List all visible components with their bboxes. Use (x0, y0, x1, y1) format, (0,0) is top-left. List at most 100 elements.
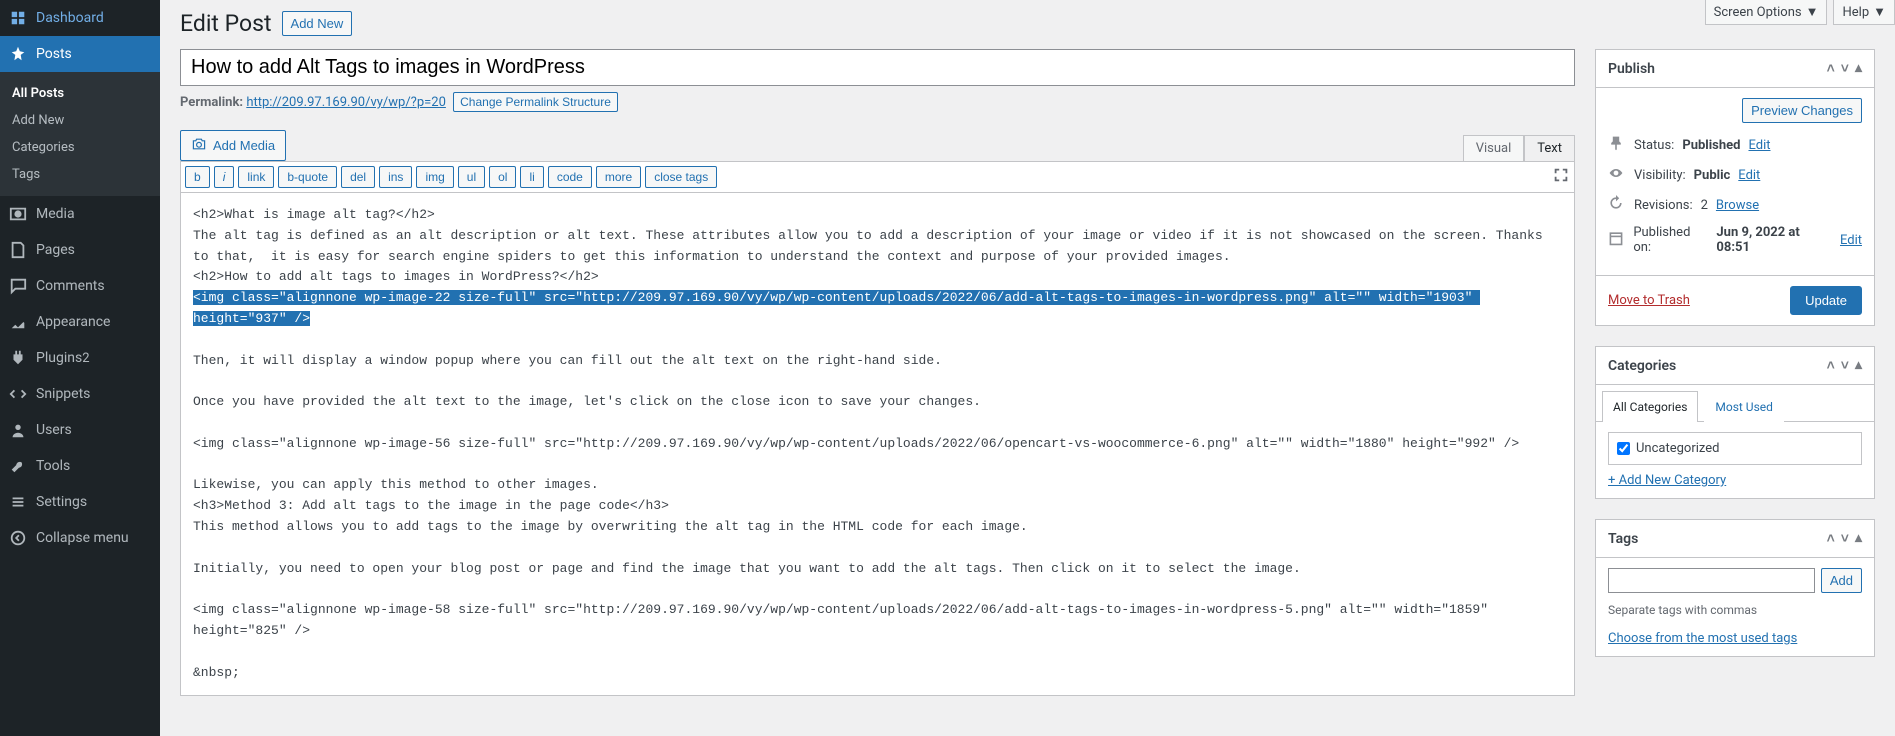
edit-date-link[interactable]: Edit (1840, 233, 1862, 248)
edit-status-link[interactable]: Edit (1748, 138, 1770, 153)
qt-more[interactable]: more (596, 166, 641, 188)
tab-text[interactable]: Text (1524, 135, 1575, 161)
sidebar-item-appearance[interactable]: Appearance (0, 304, 160, 340)
qt-ins[interactable]: ins (379, 166, 412, 188)
tags-metabox: Tags ˄ ˅ ▴ Add Separate tags with commas… (1595, 519, 1875, 657)
top-right-controls: Screen Options ▼ Help ▼ (1705, 0, 1895, 25)
tags-input[interactable] (1608, 568, 1815, 593)
status-label: Status: (1634, 138, 1674, 153)
qt-ul[interactable]: ul (458, 166, 485, 188)
sidebar-label: Media (36, 206, 75, 222)
change-permalink-button[interactable]: Change Permalink Structure (453, 92, 618, 112)
meta-column: Publish ˄ ˅ ▴ Preview Changes Status: Pu… (1595, 49, 1875, 677)
calendar-icon (1608, 230, 1625, 250)
tab-most-used[interactable]: Most Used (1704, 391, 1784, 422)
categories-metabox: Categories ˄ ˅ ▴ All Categories Most Use… (1595, 346, 1875, 499)
sidebar-item-tags[interactable]: Tags (0, 161, 160, 188)
sidebar-item-users[interactable]: Users (0, 412, 160, 448)
revisions-value: 2 (1701, 198, 1708, 213)
preview-changes-button[interactable]: Preview Changes (1742, 98, 1862, 123)
dashboard-icon (8, 8, 28, 28)
permalink-row: Permalink: http://209.97.169.90/vy/wp/?p… (180, 92, 1575, 112)
qt-bold[interactable]: b (185, 166, 210, 188)
sidebar-item-settings[interactable]: Settings (0, 484, 160, 520)
add-tag-button[interactable]: Add (1821, 568, 1862, 593)
sidebar-item-pages[interactable]: Pages (0, 232, 160, 268)
post-content-textarea[interactable]: <h2>What is image alt tag?</h2> The alt … (181, 193, 1574, 695)
qt-bquote[interactable]: b-quote (278, 166, 337, 188)
sidebar-label: Collapse menu (36, 530, 129, 546)
move-to-trash-link[interactable]: Move to Trash (1608, 293, 1690, 308)
page-title: Edit Post (180, 10, 272, 37)
category-uncategorized[interactable]: Uncategorized (1617, 441, 1853, 456)
permalink-label: Permalink: (180, 95, 243, 110)
chevron-down-icon[interactable]: ˅ (1841, 357, 1849, 374)
sidebar-item-dashboard[interactable]: Dashboard (0, 0, 160, 36)
sidebar-label: Pages (36, 242, 75, 258)
post-title-input[interactable] (180, 49, 1575, 86)
add-new-button[interactable]: Add New (282, 11, 353, 36)
qt-ol[interactable]: ol (489, 166, 516, 188)
sidebar-item-all-posts[interactable]: All Posts (0, 80, 160, 107)
published-label: Published on: (1633, 225, 1708, 255)
quicktags-toolbar: b i link b-quote del ins img ul ol li co… (180, 161, 1575, 192)
sidebar-item-add-new-post[interactable]: Add New (0, 107, 160, 134)
content-selection: <img class="alignnone wp-image-22 size-f… (193, 290, 1480, 326)
qt-close[interactable]: close tags (645, 166, 717, 188)
add-media-button[interactable]: Add Media (180, 130, 286, 161)
media-icon (8, 204, 28, 224)
publish-metabox: Publish ˄ ˅ ▴ Preview Changes Status: Pu… (1595, 49, 1875, 326)
browse-revisions-link[interactable]: Browse (1716, 198, 1759, 213)
qt-del[interactable]: del (341, 166, 375, 188)
revisions-icon (1608, 195, 1626, 215)
comments-icon (8, 276, 28, 296)
qt-img[interactable]: img (416, 166, 453, 188)
sidebar-item-tools[interactable]: Tools (0, 448, 160, 484)
qt-link[interactable]: link (238, 166, 274, 188)
categories-title: Categories (1608, 358, 1676, 374)
screen-options-button[interactable]: Screen Options ▼ (1705, 0, 1828, 25)
choose-tags-link[interactable]: Choose from the most used tags (1608, 631, 1797, 646)
pin-icon (8, 44, 28, 64)
sidebar-item-snippets[interactable]: Snippets (0, 376, 160, 412)
caret-icon[interactable]: ▴ (1855, 357, 1862, 374)
permalink-url[interactable]: http://209.97.169.90/vy/wp/?p=20 (246, 95, 446, 110)
sidebar-posts-submenu: All Posts Add New Categories Tags (0, 72, 160, 196)
fullscreen-icon[interactable] (1552, 166, 1570, 188)
help-button[interactable]: Help ▼ (1833, 0, 1895, 25)
sidebar-item-posts[interactable]: Posts (0, 36, 160, 72)
update-button[interactable]: Update (1790, 286, 1862, 315)
chevron-down-icon[interactable]: ˅ (1841, 530, 1849, 547)
eye-icon (1608, 165, 1626, 185)
tab-all-categories[interactable]: All Categories (1602, 391, 1698, 422)
editor-mode-tabs: Visual Text (1463, 135, 1575, 161)
sidebar-item-media[interactable]: Media (0, 196, 160, 232)
sidebar-label: Plugins (36, 350, 82, 366)
publish-title: Publish (1608, 61, 1655, 77)
chevron-up-icon[interactable]: ˄ (1827, 60, 1835, 77)
edit-visibility-link[interactable]: Edit (1738, 168, 1760, 183)
sidebar-item-comments[interactable]: Comments (0, 268, 160, 304)
page-header: Edit Post Add New (180, 10, 1875, 37)
camera-icon (191, 136, 207, 155)
qt-li[interactable]: li (520, 166, 543, 188)
sidebar-collapse[interactable]: Collapse menu (0, 520, 160, 556)
tags-description: Separate tags with commas (1608, 603, 1862, 617)
chevron-down-icon[interactable]: ˅ (1841, 60, 1849, 77)
sidebar-label: Posts (36, 46, 72, 62)
tab-visual[interactable]: Visual (1463, 135, 1525, 161)
pin-icon (1608, 135, 1626, 155)
sidebar-item-plugins[interactable]: Plugins 2 (0, 340, 160, 376)
chevron-up-icon[interactable]: ˄ (1827, 530, 1835, 547)
qt-code[interactable]: code (548, 166, 592, 188)
qt-italic[interactable]: i (214, 166, 235, 188)
caret-icon[interactable]: ▴ (1855, 530, 1862, 547)
chevron-up-icon[interactable]: ˄ (1827, 357, 1835, 374)
tools-icon (8, 456, 28, 476)
category-checkbox[interactable] (1617, 442, 1630, 455)
plugins-icon (8, 348, 28, 368)
content-post: Then, it will display a window popup whe… (193, 353, 1519, 680)
add-new-category-link[interactable]: + Add New Category (1608, 473, 1726, 488)
caret-icon[interactable]: ▴ (1855, 60, 1862, 77)
sidebar-item-categories[interactable]: Categories (0, 134, 160, 161)
